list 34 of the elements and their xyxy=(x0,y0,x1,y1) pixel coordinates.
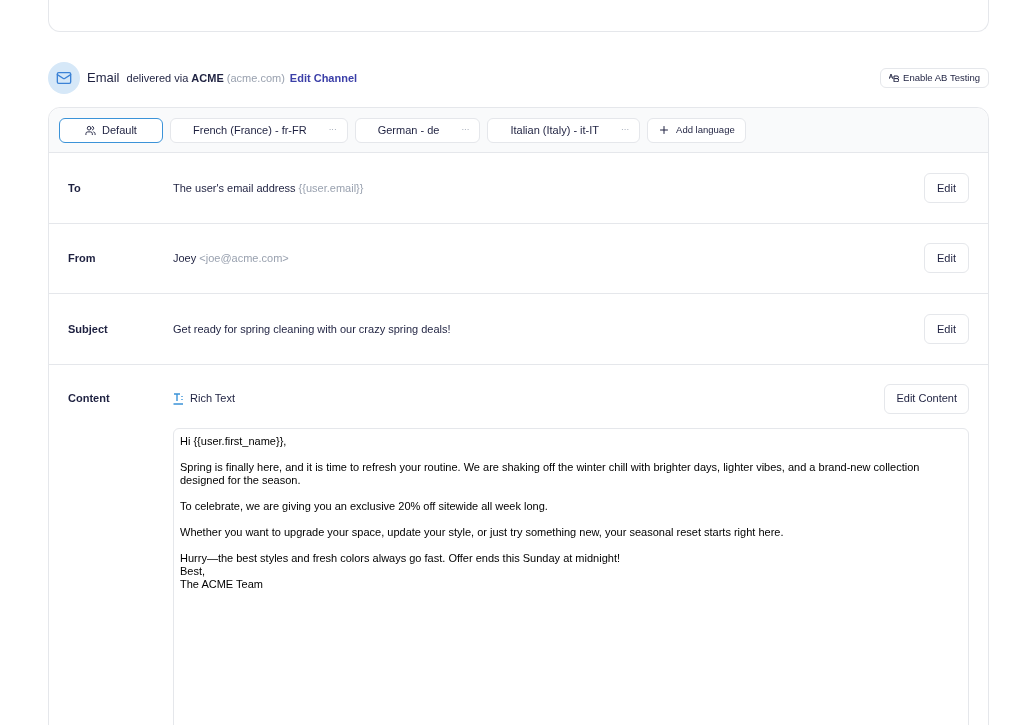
body-text: Spring is finally here, and it is time to refresh your routine. We are shaking off the winter chill with brighter days, lighter vibes, and a brand-new collection designed for the season. xyxy=(180,460,921,487)
edit-button[interactable]: Edit xyxy=(924,243,969,274)
text-format-icon xyxy=(173,392,185,405)
field-value: Joey <joe@acme.com> xyxy=(173,251,289,266)
language-tab[interactable]: Default xyxy=(59,117,163,143)
delivery-info: delivered via ACME (acme.com) xyxy=(126,70,285,86)
field-label: Content xyxy=(68,391,111,407)
field-label: To xyxy=(68,180,82,196)
language-tab[interactable]: Italian (Italy) - it-IT ··· xyxy=(487,117,641,143)
edit-channel-link[interactable]: Edit Channel xyxy=(289,69,358,87)
edit-button[interactable]: Edit xyxy=(924,313,969,344)
field-value: The user's email address {{user.email}} xyxy=(173,180,364,196)
ab-icon xyxy=(889,74,900,82)
body-text: To celebrate, we are giving you an exclusive 20% off sitewide all week long. xyxy=(180,499,549,513)
mail-icon xyxy=(48,62,80,94)
body-text: Hi {{user.first_name}}, xyxy=(180,434,288,448)
plus-icon xyxy=(658,124,671,136)
users-icon xyxy=(85,124,97,136)
field-label: Subject xyxy=(68,321,109,337)
body-text: Hurry—the best styles and fresh colors always go fast. Offer ends this Sunday at midnight! xyxy=(180,551,621,565)
language-tab[interactable]: French (France) - fr-FR ··· xyxy=(170,117,348,143)
edit-button[interactable]: Edit xyxy=(924,172,969,203)
body-text: Best, xyxy=(180,564,207,578)
field-label: From xyxy=(68,251,97,266)
enable-ab-testing-button[interactable]: Enable AB Testing xyxy=(880,68,989,88)
language-tab[interactable]: German - de ··· xyxy=(354,117,481,143)
body-text: Whether you want to upgrade your space, update your style, or just try something new, your seasonal reset starts right here. xyxy=(180,525,785,539)
field-value: Get ready for spring cleaning with our crazy spring deals! xyxy=(173,321,451,337)
body-text: The ACME Team xyxy=(180,577,264,591)
channel-name: Email xyxy=(87,69,120,88)
edit-content-button[interactable]: Edit Content xyxy=(884,383,969,414)
language-tab[interactable]: Add language xyxy=(647,117,746,143)
email-body-editor[interactable] xyxy=(173,427,969,725)
format-label: Rich Text xyxy=(190,391,236,407)
